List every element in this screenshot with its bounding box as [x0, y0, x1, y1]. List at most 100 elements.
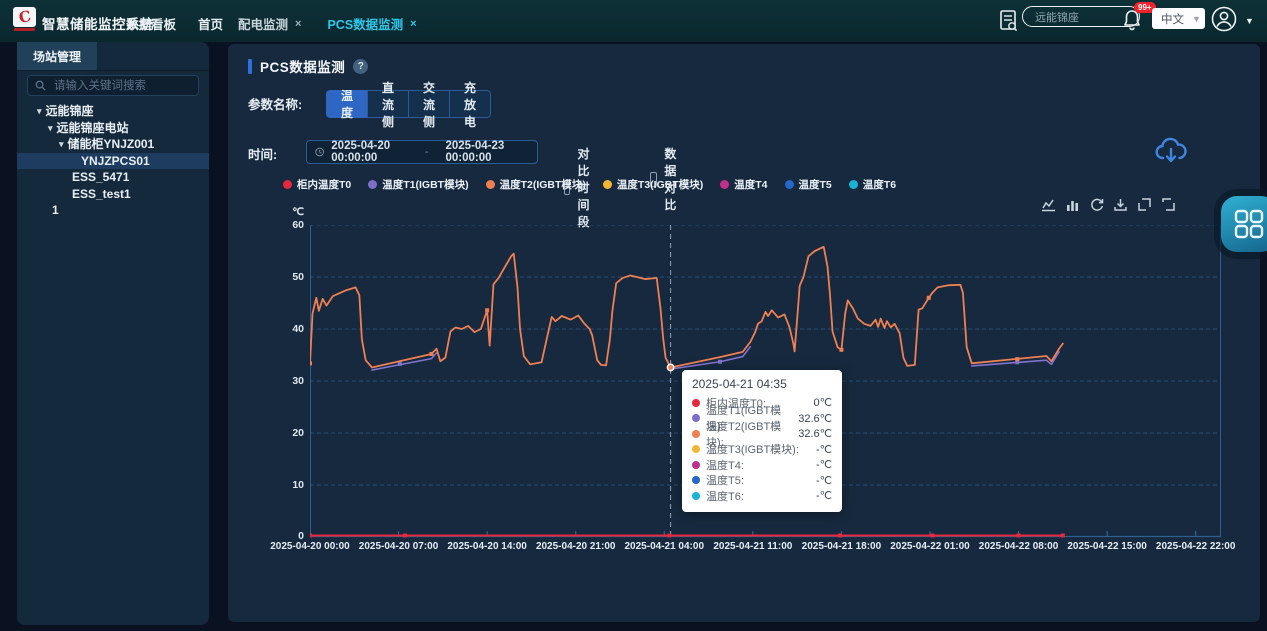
- section-header: PCS数据监测 ?: [248, 56, 368, 76]
- parameter-label: 参数名称:: [248, 94, 302, 113]
- user-menu-caret-icon[interactable]: ▼: [1245, 16, 1254, 26]
- legend-item-柜内温度T0[interactable]: 柜内温度T0: [283, 177, 351, 192]
- nav-item-1[interactable]: 数据看板: [126, 14, 176, 33]
- user-avatar[interactable]: [1211, 6, 1237, 32]
- y-axis-label: 50: [256, 271, 304, 283]
- tab-close-icon[interactable]: ×: [295, 18, 301, 30]
- tooltip-row: 温度T2(IGBT模块):32.6℃: [692, 426, 832, 442]
- legend-item-温度T2(IGBT模块)[interactable]: 温度T2(IGBT模块): [486, 177, 586, 192]
- station-management-tab[interactable]: 场站管理: [17, 42, 97, 70]
- y-axis-label: 40: [256, 323, 304, 335]
- sidebar-divider: [17, 70, 209, 71]
- x-axis-label: 2025-04-20 21:00: [528, 541, 624, 552]
- param-tab-温度[interactable]: 温度: [326, 90, 368, 118]
- top-nav: 数据看板 首页: [126, 14, 223, 33]
- chart-tooltip: 2025-04-21 04:35 柜内温度T0:0℃温度T1(IGBT模块):3…: [682, 370, 842, 512]
- x-axis-label: 2025-04-21 18:00: [793, 541, 889, 552]
- quick-menu-button[interactable]: [1221, 196, 1267, 252]
- company-logo-icon: C: [13, 7, 36, 27]
- logo-subtext: [14, 28, 35, 31]
- legend-dot: [603, 180, 612, 189]
- report-icon[interactable]: [998, 9, 1020, 33]
- open-tab-2[interactable]: PCS数据监测×: [327, 14, 416, 33]
- tooltip-row: 温度T5:-℃: [692, 473, 832, 489]
- x-axis-label: 2025-04-21 04:00: [616, 541, 712, 552]
- legend-item-温度T1(IGBT模块)[interactable]: 温度T1(IGBT模块): [368, 177, 468, 192]
- y-axis-label: 60: [256, 219, 304, 231]
- station-tree: ▾远能锦座▾远能锦座电站▾储能柜YNJZ001YNJZPCS01ESS_5471…: [17, 103, 209, 219]
- tree-node-YNJZPCS01[interactable]: YNJZPCS01: [17, 153, 209, 170]
- tooltip-row: 温度T6:-℃: [692, 488, 832, 504]
- save-image-icon[interactable]: [1113, 197, 1128, 212]
- x-axis-label: 2025-04-20 00:00: [262, 541, 358, 552]
- y-axis-unit: ℃: [256, 206, 304, 218]
- tree-node-1[interactable]: 1: [17, 202, 209, 219]
- page-title: PCS数据监测: [260, 56, 345, 76]
- tooltip-timestamp: 2025-04-21 04:35: [692, 377, 832, 391]
- series-dot: [692, 399, 700, 407]
- tree-node-远能锦座[interactable]: ▾远能锦座: [17, 103, 209, 120]
- language-select[interactable]: 中文 ▼: [1152, 8, 1205, 29]
- date-range-picker[interactable]: 2025-04-20 00:00:00 - 2025-04-23 00:00:0…: [306, 140, 538, 164]
- expand-arrow-icon[interactable]: ▾: [48, 120, 53, 137]
- open-tabs: 配电监测× PCS数据监测×: [238, 14, 417, 33]
- line-chart-icon[interactable]: [1041, 197, 1056, 212]
- chart-legend: 柜内温度T0 温度T1(IGBT模块) 温度T2(IGBT模块) 温度T3(IGBT模…: [283, 177, 896, 192]
- data-zoom-icon[interactable]: [1137, 197, 1152, 212]
- zoom-reset-icon[interactable]: [1161, 197, 1176, 212]
- title-accent-bar: [248, 59, 252, 74]
- nav-item-2[interactable]: 首页: [198, 14, 223, 33]
- help-icon[interactable]: ?: [353, 59, 368, 74]
- restore-icon[interactable]: [1089, 197, 1104, 212]
- pcs-monitor-panel: PCS数据监测 ? 参数名称: 温度直流侧交流侧充放电 时间: 2025-04-…: [228, 44, 1260, 622]
- series-dot: [692, 445, 700, 453]
- clock-icon: [315, 146, 324, 158]
- param-tab-充放电[interactable]: 充放电: [449, 90, 491, 118]
- station-sidebar: 场站管理 ▾远能锦座▾远能锦座电站▾储能柜YNJZ001YNJZPCS01ESS…: [17, 42, 209, 625]
- tooltip-row: 温度T3(IGBT模块):-℃: [692, 442, 832, 458]
- legend-dot: [849, 180, 858, 189]
- end-date-value[interactable]: 2025-04-23 00:00:00: [445, 140, 529, 164]
- tab-close-icon[interactable]: ×: [410, 18, 416, 30]
- y-axis-label: 30: [256, 375, 304, 387]
- series-dot: [692, 461, 700, 469]
- x-axis-label: 2025-04-22 08:00: [971, 541, 1067, 552]
- parameter-row: 参数名称: 温度直流侧交流侧充放电: [248, 90, 302, 116]
- bar-chart-icon[interactable]: [1065, 197, 1080, 212]
- time-label: 时间:: [248, 144, 277, 163]
- x-axis-label: 2025-04-22 01:00: [882, 541, 978, 552]
- language-value: 中文: [1161, 11, 1184, 27]
- tree-search-input[interactable]: [52, 79, 191, 93]
- legend-dot: [720, 180, 729, 189]
- x-axis-label: 2025-04-20 07:00: [351, 541, 447, 552]
- x-axis-label: 2025-04-22 15:00: [1059, 541, 1155, 552]
- series-dot: [692, 430, 700, 438]
- series-dot: [692, 476, 700, 484]
- x-axis-label: 2025-04-20 14:00: [439, 541, 535, 552]
- x-axis-label: 2025-04-22 22:00: [1148, 541, 1244, 552]
- search-icon: [35, 80, 46, 91]
- legend-item-温度T3(IGBT模块)[interactable]: 温度T3(IGBT模块): [603, 177, 703, 192]
- tree-search-box[interactable]: [27, 75, 199, 96]
- tree-node-ESS_test1[interactable]: ESS_test1: [17, 186, 209, 203]
- download-cloud-icon[interactable]: [1153, 134, 1189, 168]
- expand-arrow-icon[interactable]: ▾: [37, 103, 42, 120]
- param-tab-直流侧[interactable]: 直流侧: [367, 90, 409, 118]
- legend-item-温度T6[interactable]: 温度T6: [849, 177, 896, 192]
- legend-dot: [486, 180, 495, 189]
- topbar: C 智慧储能监控系统 数据看板首页 配电监测×PCS数据监测× 99+ 中文 ▼…: [0, 0, 1267, 42]
- tree-node-储能柜YNJZ001[interactable]: ▾储能柜YNJZ001: [17, 136, 209, 153]
- date-separator: -: [425, 146, 429, 158]
- open-tab-1[interactable]: 配电监测×: [238, 14, 301, 33]
- tree-node-ESS_5471[interactable]: ESS_5471: [17, 169, 209, 186]
- tooltip-row: 温度T4:-℃: [692, 457, 832, 473]
- series-dot: [692, 492, 700, 500]
- start-date-value[interactable]: 2025-04-20 00:00:00: [331, 140, 415, 164]
- legend-item-温度T5[interactable]: 温度T5: [785, 177, 832, 192]
- tree-node-远能锦座电站[interactable]: ▾远能锦座电站: [17, 120, 209, 137]
- legend-item-温度T4[interactable]: 温度T4: [720, 177, 767, 192]
- chevron-down-icon: ▼: [1192, 14, 1201, 24]
- param-tab-交流侧[interactable]: 交流侧: [408, 90, 450, 118]
- legend-dot: [283, 180, 292, 189]
- expand-arrow-icon[interactable]: ▾: [59, 136, 64, 153]
